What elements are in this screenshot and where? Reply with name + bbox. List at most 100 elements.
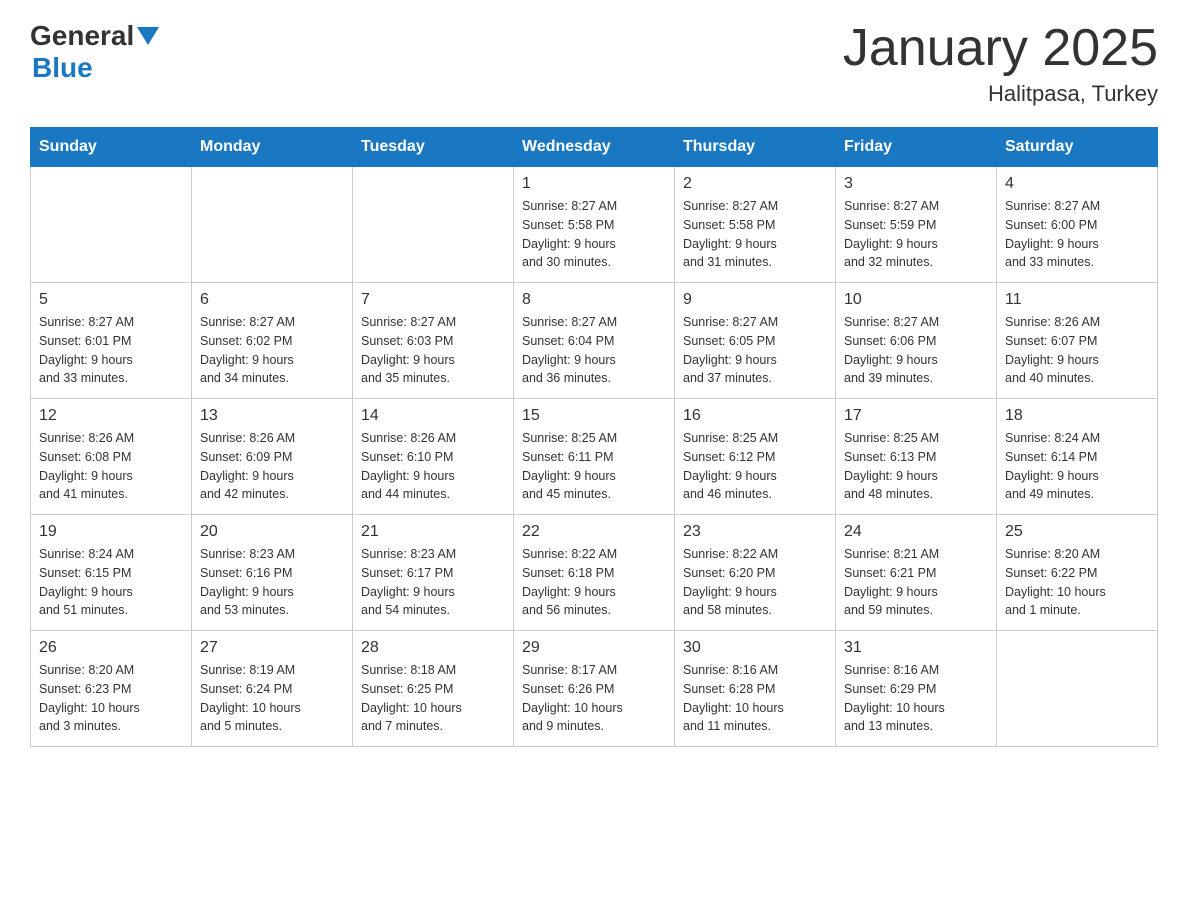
calendar-cell: 4 Sunrise: 8:27 AMSunset: 6:00 PMDaylight… xyxy=(997,167,1158,283)
day-info: Sunrise: 8:18 AMSunset: 6:25 PMDaylight:… xyxy=(361,661,505,736)
title-area: January 2025 Halitpasa, Turkey xyxy=(843,20,1158,107)
day-info: Sunrise: 8:17 AMSunset: 6:26 PMDaylight:… xyxy=(522,661,666,736)
day-info: Sunrise: 8:26 AMSunset: 6:07 PMDaylight:… xyxy=(1005,313,1149,388)
calendar-header-monday: Monday xyxy=(192,128,353,167)
calendar-subtitle: Halitpasa, Turkey xyxy=(843,81,1158,107)
calendar-cell xyxy=(997,631,1158,747)
calendar-cell: 11 Sunrise: 8:26 AMSunset: 6:07 PMDayligh… xyxy=(997,283,1158,399)
calendar-cell: 15 Sunrise: 8:25 AMSunset: 6:11 PMDayligh… xyxy=(514,399,675,515)
calendar-header-wednesday: Wednesday xyxy=(514,128,675,167)
day-number: 23 xyxy=(683,523,827,541)
calendar-header-saturday: Saturday xyxy=(997,128,1158,167)
day-info: Sunrise: 8:22 AMSunset: 6:18 PMDaylight:… xyxy=(522,545,666,620)
day-info: Sunrise: 8:21 AMSunset: 6:21 PMDaylight:… xyxy=(844,545,988,620)
day-info: Sunrise: 8:16 AMSunset: 6:29 PMDaylight:… xyxy=(844,661,988,736)
calendar-cell: 24 Sunrise: 8:21 AMSunset: 6:21 PMDayligh… xyxy=(836,515,997,631)
day-number: 9 xyxy=(683,291,827,309)
day-info: Sunrise: 8:26 AMSunset: 6:08 PMDaylight:… xyxy=(39,429,183,504)
calendar-cell: 31Sunrise: 8:16 AMSunset: 6:29 PMDayligh… xyxy=(836,631,997,747)
day-number: 12 xyxy=(39,407,183,425)
calendar-cell xyxy=(192,167,353,283)
day-info: Sunrise: 8:26 AMSunset: 6:09 PMDaylight:… xyxy=(200,429,344,504)
day-number: 24 xyxy=(844,523,988,541)
day-number: 8 xyxy=(522,291,666,309)
day-info: Sunrise: 8:20 AMSunset: 6:23 PMDaylight:… xyxy=(39,661,183,736)
calendar-cell: 10 Sunrise: 8:27 AMSunset: 6:06 PMDayligh… xyxy=(836,283,997,399)
day-info: Sunrise: 8:23 AMSunset: 6:17 PMDaylight:… xyxy=(361,545,505,620)
calendar-cell: 16Sunrise: 8:25 AMSunset: 6:12 PMDayligh… xyxy=(675,399,836,515)
day-info: Sunrise: 8:27 AMSunset: 6:01 PMDaylight:… xyxy=(39,313,183,388)
calendar-cell: 12 Sunrise: 8:26 AMSunset: 6:08 PMDayligh… xyxy=(31,399,192,515)
calendar-cell: 8Sunrise: 8:27 AMSunset: 6:04 PMDaylight… xyxy=(514,283,675,399)
calendar-week-row: 26Sunrise: 8:20 AMSunset: 6:23 PMDayligh… xyxy=(31,631,1158,747)
day-number: 22 xyxy=(522,523,666,541)
day-info: Sunrise: 8:24 AMSunset: 6:14 PMDaylight:… xyxy=(1005,429,1149,504)
header: General Blue January 2025 Halitpasa, Tur… xyxy=(30,20,1158,107)
day-number: 11 xyxy=(1005,291,1149,309)
day-number: 20 xyxy=(200,523,344,541)
day-number: 28 xyxy=(361,639,505,657)
day-number: 14 xyxy=(361,407,505,425)
day-number: 18 xyxy=(1005,407,1149,425)
day-info: Sunrise: 8:22 AMSunset: 6:20 PMDaylight:… xyxy=(683,545,827,620)
logo-general-text: General xyxy=(30,20,134,52)
calendar-header-thursday: Thursday xyxy=(675,128,836,167)
day-number: 3 xyxy=(844,175,988,193)
day-info: Sunrise: 8:25 AMSunset: 6:13 PMDaylight:… xyxy=(844,429,988,504)
day-number: 21 xyxy=(361,523,505,541)
calendar-cell: 26Sunrise: 8:20 AMSunset: 6:23 PMDayligh… xyxy=(31,631,192,747)
day-number: 1 xyxy=(522,175,666,193)
logo: General Blue xyxy=(30,20,159,84)
day-number: 4 xyxy=(1005,175,1149,193)
day-number: 17 xyxy=(844,407,988,425)
day-number: 7 xyxy=(361,291,505,309)
calendar-week-row: 12 Sunrise: 8:26 AMSunset: 6:08 PMDayligh… xyxy=(31,399,1158,515)
calendar-cell: 13 Sunrise: 8:26 AMSunset: 6:09 PMDayligh… xyxy=(192,399,353,515)
day-info: Sunrise: 8:27 AMSunset: 6:06 PMDaylight:… xyxy=(844,313,988,388)
calendar-cell: 7Sunrise: 8:27 AMSunset: 6:03 PMDaylight… xyxy=(353,283,514,399)
day-number: 10 xyxy=(844,291,988,309)
day-info: Sunrise: 8:27 AMSunset: 6:02 PMDaylight:… xyxy=(200,313,344,388)
calendar-cell: 25Sunrise: 8:20 AMSunset: 6:22 PMDayligh… xyxy=(997,515,1158,631)
calendar-cell: 28 Sunrise: 8:18 AMSunset: 6:25 PMDayligh… xyxy=(353,631,514,747)
calendar-cell: 17 Sunrise: 8:25 AMSunset: 6:13 PMDayligh… xyxy=(836,399,997,515)
day-info: Sunrise: 8:25 AMSunset: 6:11 PMDaylight:… xyxy=(522,429,666,504)
day-number: 2 xyxy=(683,175,827,193)
calendar-header-row: SundayMondayTuesdayWednesdayThursdayFrid… xyxy=(31,128,1158,167)
calendar-cell: 9Sunrise: 8:27 AMSunset: 6:05 PMDaylight… xyxy=(675,283,836,399)
calendar-cell: 1 Sunrise: 8:27 AMSunset: 5:58 PMDaylight… xyxy=(514,167,675,283)
day-info: Sunrise: 8:27 AMSunset: 6:00 PMDaylight:… xyxy=(1005,197,1149,272)
day-info: Sunrise: 8:27 AMSunset: 5:58 PMDaylight:… xyxy=(522,197,666,272)
day-number: 6 xyxy=(200,291,344,309)
calendar-table: SundayMondayTuesdayWednesdayThursdayFrid… xyxy=(30,127,1158,747)
calendar-header-friday: Friday xyxy=(836,128,997,167)
day-number: 13 xyxy=(200,407,344,425)
calendar-cell: 2 Sunrise: 8:27 AMSunset: 5:58 PMDaylight… xyxy=(675,167,836,283)
calendar-header-sunday: Sunday xyxy=(31,128,192,167)
day-info: Sunrise: 8:27 AMSunset: 5:59 PMDaylight:… xyxy=(844,197,988,272)
calendar-week-row: 1 Sunrise: 8:27 AMSunset: 5:58 PMDaylight… xyxy=(31,167,1158,283)
calendar-week-row: 19Sunrise: 8:24 AMSunset: 6:15 PMDayligh… xyxy=(31,515,1158,631)
calendar-cell: 5Sunrise: 8:27 AMSunset: 6:01 PMDaylight… xyxy=(31,283,192,399)
day-info: Sunrise: 8:27 AMSunset: 5:58 PMDaylight:… xyxy=(683,197,827,272)
day-number: 30 xyxy=(683,639,827,657)
logo-blue-text: Blue xyxy=(32,52,93,83)
calendar-cell: 14Sunrise: 8:26 AMSunset: 6:10 PMDayligh… xyxy=(353,399,514,515)
calendar-cell: 27Sunrise: 8:19 AMSunset: 6:24 PMDayligh… xyxy=(192,631,353,747)
calendar-cell: 21 Sunrise: 8:23 AMSunset: 6:17 PMDayligh… xyxy=(353,515,514,631)
calendar-cell: 22 Sunrise: 8:22 AMSunset: 6:18 PMDayligh… xyxy=(514,515,675,631)
calendar-cell xyxy=(353,167,514,283)
day-number: 27 xyxy=(200,639,344,657)
calendar-week-row: 5Sunrise: 8:27 AMSunset: 6:01 PMDaylight… xyxy=(31,283,1158,399)
calendar-header-tuesday: Tuesday xyxy=(353,128,514,167)
day-info: Sunrise: 8:23 AMSunset: 6:16 PMDaylight:… xyxy=(200,545,344,620)
calendar-cell: 6 Sunrise: 8:27 AMSunset: 6:02 PMDaylight… xyxy=(192,283,353,399)
calendar-cell: 19Sunrise: 8:24 AMSunset: 6:15 PMDayligh… xyxy=(31,515,192,631)
calendar-title: January 2025 xyxy=(843,20,1158,77)
day-number: 15 xyxy=(522,407,666,425)
calendar-cell: 3 Sunrise: 8:27 AMSunset: 5:59 PMDaylight… xyxy=(836,167,997,283)
calendar-cell: 23 Sunrise: 8:22 AMSunset: 6:20 PMDayligh… xyxy=(675,515,836,631)
day-info: Sunrise: 8:20 AMSunset: 6:22 PMDaylight:… xyxy=(1005,545,1149,620)
day-number: 29 xyxy=(522,639,666,657)
day-number: 19 xyxy=(39,523,183,541)
